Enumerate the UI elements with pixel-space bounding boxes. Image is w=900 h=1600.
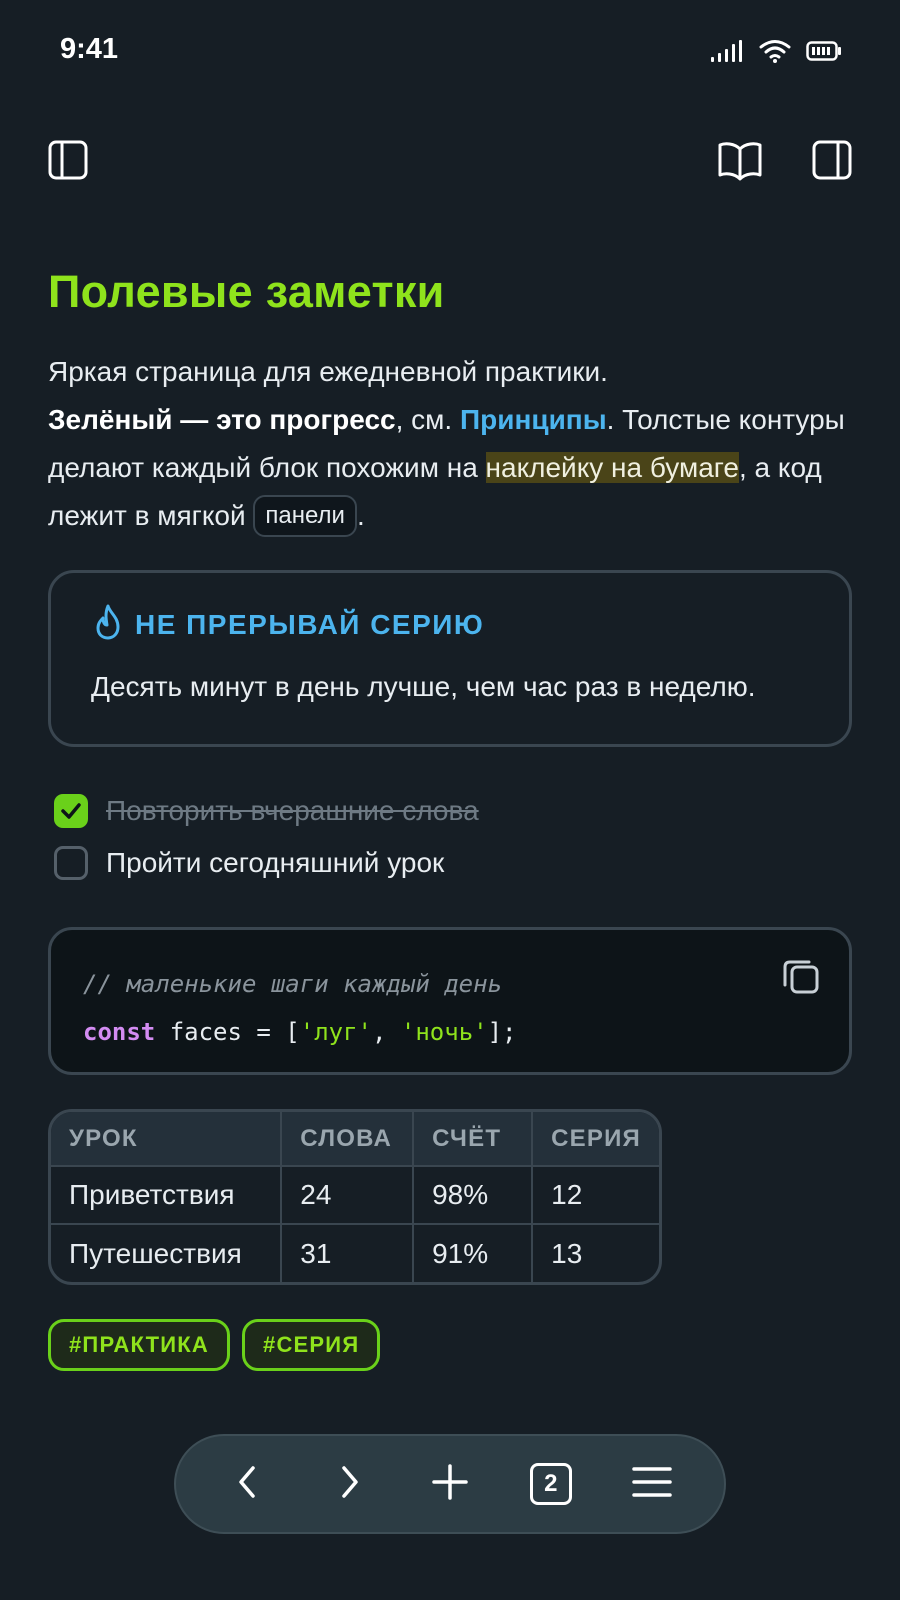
sidebar-right-icon [811,139,853,186]
highlighted-text: наклейку на бумаге [485,452,739,483]
intro-paragraph: Яркая страница для ежедневной практики. З… [48,348,852,540]
principles-link[interactable]: Принципы [460,404,607,435]
table-cell: 12 [532,1165,659,1224]
hamburger-menu-icon [631,1465,672,1504]
inline-code-chip: панели [253,495,357,537]
column-header: СЕРИЯ [532,1112,659,1166]
table-header-row: УРОК СЛОВА СЧЁТ СЕРИЯ [51,1112,659,1166]
callout-box: НЕ ПРЕРЫВАЙ СЕРИЮ Десять минут в день лу… [48,570,852,747]
task-label: Пройти сегодняшний урок [106,847,445,878]
menu-button[interactable] [622,1454,682,1514]
flame-icon [91,603,125,646]
code-string: 'ночь' [400,1018,488,1046]
tabs-button[interactable]: 2 [521,1454,581,1514]
intro-end: . [356,500,365,531]
forward-button[interactable] [319,1454,379,1514]
lessons-table: УРОК СЛОВА СЧЁТ СЕРИЯ Приветствия 24 98%… [48,1109,662,1285]
top-toolbar [0,130,900,200]
cellular-signal-icon [710,39,744,68]
checkmark-icon [61,803,81,819]
copy-code-button[interactable] [781,956,821,996]
wifi-icon [758,38,792,69]
status-icons [710,38,842,69]
column-header: УРОК [51,1112,283,1166]
left-sidebar-toggle-button[interactable] [44,138,92,186]
status-time: 9:41 [60,33,119,65]
reader-mode-button[interactable] [716,138,764,186]
bottom-navigation-bar: 2 [174,1434,726,1534]
article-content: Полевые заметки Яркая страница для ежедн… [48,262,852,1371]
code-identifier: faces = [ [155,1018,300,1046]
table-cell: 13 [532,1223,659,1282]
table-cell: 24 [281,1165,415,1224]
copy-icon [781,960,821,1002]
new-tab-button[interactable] [420,1454,480,1514]
task-item-done[interactable]: Повторить вчерашние слова [48,785,852,837]
table-cell: Путешествия [51,1223,283,1282]
tag-practice[interactable]: #ПРАКТИКА [48,1319,231,1371]
intro-bold-text: Зелёный — это прогресс [48,404,396,435]
status-bar: 9:41 [0,0,900,100]
table-row: Путешествия 31 91% 13 [51,1223,659,1282]
task-list: Повторить вчерашние слова Пройти сегодня… [48,785,852,889]
code-line: const faces = ['луг', 'ночь']; [83,1008,817,1056]
chevron-left-icon [233,1464,263,1505]
code-string: 'луг' [299,1018,372,1046]
battery-icon [806,40,842,67]
task-label: Повторить вчерашние слова [106,795,479,826]
tabs-count-icon: 2 [529,1463,572,1505]
column-header: СЧЁТ [413,1112,534,1166]
sidebar-left-icon [47,139,89,186]
tag-list: #ПРАКТИКА #СЕРИЯ [48,1319,852,1371]
intro-line-1: Яркая страница для ежедневной практики. [48,356,608,387]
code-end: ]; [487,1018,517,1046]
table-row: Приветствия 24 98% 12 [51,1165,659,1224]
checkbox-unchecked[interactable] [54,846,88,880]
table-cell: Приветствия [51,1165,283,1224]
page-title: Полевые заметки [48,266,445,317]
table-cell: 91% [413,1223,534,1282]
table-cell: 98% [413,1165,534,1224]
plus-icon [431,1463,469,1506]
book-open-icon [717,139,763,186]
callout-header: НЕ ПРЕРЫВАЙ СЕРИЮ [91,603,809,646]
code-keyword: const [83,1018,156,1046]
task-item-pending[interactable]: Пройти сегодняшний урок [48,837,852,889]
intro-separator: , см. [395,404,460,435]
column-header: СЛОВА [281,1112,415,1166]
chevron-right-icon [334,1464,364,1505]
right-sidebar-toggle-button[interactable] [808,138,856,186]
code-comma: , [372,1018,401,1046]
tag-streak[interactable]: #СЕРИЯ [242,1319,381,1371]
back-button[interactable] [218,1454,278,1514]
callout-title: НЕ ПРЕРЫВАЙ СЕРИЮ [135,608,485,640]
table-cell: 31 [281,1223,415,1282]
code-block: // маленькие шаги каждый день const face… [48,927,852,1075]
callout-body: Десять минут в день лучше, чем час раз в… [91,671,756,702]
code-comment: // маленькие шаги каждый день [83,970,503,998]
checkbox-checked[interactable] [54,794,88,828]
